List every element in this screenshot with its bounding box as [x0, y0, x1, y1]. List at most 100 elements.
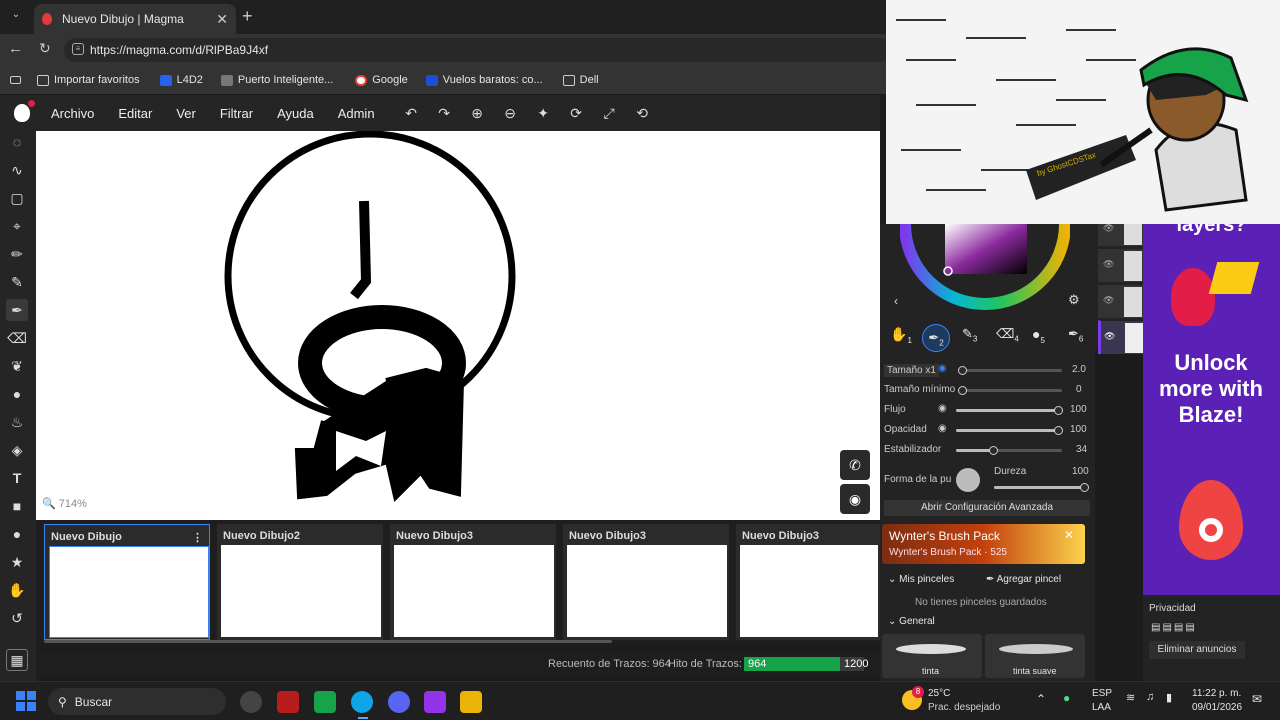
- close-banner-icon[interactable]: ✕: [1064, 528, 1074, 542]
- menu-archivo[interactable]: Archivo: [51, 106, 94, 121]
- bookmark-importar-favoritos[interactable]: Importar favoritos: [37, 70, 140, 90]
- brush-preset-tinta-suave[interactable]: tinta suave: [985, 634, 1085, 678]
- menu-ayuda[interactable]: Ayuda: [277, 106, 314, 121]
- brush-icon[interactable]: ✒: [6, 299, 28, 321]
- ellipse-tool-icon[interactable]: ●: [6, 523, 28, 545]
- bookmark-google[interactable]: Google: [355, 70, 408, 90]
- shape-star-icon[interactable]: ★: [6, 551, 28, 573]
- chat-bubble-icon[interactable]: ◉: [840, 484, 870, 514]
- rectangle-tool-icon[interactable]: ■: [6, 495, 28, 517]
- browser-tab-active[interactable]: Nuevo Dibujo | Magma ✕: [34, 4, 236, 34]
- smudge-icon[interactable]: ❦: [6, 355, 28, 377]
- phone-call-icon[interactable]: ✆: [840, 450, 870, 480]
- bookmark-puerto-inteligente[interactable]: Puerto Inteligente...: [220, 70, 333, 90]
- windows-start-icon[interactable]: [16, 691, 36, 711]
- brush-slot-brush-icon[interactable]: ✒2: [922, 324, 950, 352]
- reading-mode-icon[interactable]: [10, 70, 21, 90]
- document-card[interactable]: Nuevo Dibujo2: [217, 524, 383, 640]
- zoom-out-icon[interactable]: ⊖: [494, 105, 527, 122]
- document-list-icon[interactable]: ▦: [6, 649, 28, 671]
- microphone-icon[interactable]: ●: [1063, 691, 1070, 705]
- document-card[interactable]: Nuevo Dibujo3: [736, 524, 880, 640]
- bookmark-vuelos-baratos[interactable]: Vuelos baratos: co...: [425, 70, 543, 90]
- undo-icon[interactable]: ↶: [395, 105, 428, 122]
- document-card-active[interactable]: Nuevo Dibujo ⋮: [44, 524, 210, 640]
- transform-icon[interactable]: ▢: [6, 187, 28, 209]
- eraser-icon[interactable]: ⌫: [6, 327, 28, 349]
- hand-tool-icon[interactable]: ✋: [6, 579, 28, 601]
- document-card[interactable]: Nuevo Dibujo3: [390, 524, 556, 640]
- store-icon[interactable]: [424, 691, 446, 713]
- site-info-icon[interactable]: ≡: [72, 43, 84, 55]
- address-bar[interactable]: ≡ https://magma.com/d/RlPBa9J4xf: [64, 38, 894, 62]
- discord-icon[interactable]: [388, 691, 410, 713]
- layer-row[interactable]: 👁: [1098, 248, 1143, 282]
- new-tab-plus-icon[interactable]: +: [242, 6, 253, 27]
- privacy-link[interactable]: Privacidad: [1149, 603, 1196, 614]
- taskbar-app-icon[interactable]: [240, 691, 262, 713]
- document-strip-scrollbar[interactable]: [44, 640, 612, 643]
- clock-time[interactable]: 11:22 p. m.: [1192, 688, 1241, 699]
- saturation-square[interactable]: [945, 224, 1027, 274]
- ad-layout-icons[interactable]: ▤▤▤▤: [1151, 622, 1197, 633]
- fill-bucket-icon[interactable]: ♨: [6, 411, 28, 433]
- close-tab-icon[interactable]: ✕: [216, 11, 228, 28]
- add-brush-button[interactable]: ✒ Agregar pincel: [986, 574, 1061, 585]
- menu-ver[interactable]: Ver: [176, 106, 196, 121]
- notification-bell-icon[interactable]: ✉: [1252, 692, 1262, 706]
- back-arrow-icon[interactable]: ←: [8, 40, 23, 57]
- blur-icon[interactable]: ●: [6, 383, 28, 405]
- battery-icon[interactable]: ▮: [1166, 691, 1172, 704]
- brush-tip-preview[interactable]: [956, 468, 980, 492]
- brush-slot-eraser-icon[interactable]: ⌫4: [996, 326, 1019, 344]
- zoom-indicator[interactable]: 🔍 714%: [42, 497, 87, 510]
- chevron-left-icon[interactable]: ‹: [894, 294, 898, 308]
- brush-slot-pen-icon[interactable]: ✎3: [962, 326, 977, 344]
- fullscreen-icon[interactable]: ⤢: [593, 105, 626, 122]
- pressure-icon[interactable]: ◉: [938, 403, 947, 414]
- color-wheel[interactable]: [900, 224, 1070, 316]
- min-size-slider[interactable]: [958, 386, 1062, 395]
- brush-slot-round-icon[interactable]: ●5: [1032, 326, 1045, 345]
- zoom-in-icon[interactable]: ⊕: [461, 105, 494, 122]
- eye-icon[interactable]: 👁: [1103, 259, 1114, 270]
- language-indicator[interactable]: ESP: [1092, 688, 1112, 699]
- bookmark-folder-dell[interactable]: Dell: [562, 70, 599, 90]
- opacity-slider[interactable]: [956, 426, 1063, 435]
- eye-icon[interactable]: 👁: [1103, 295, 1114, 306]
- document-card[interactable]: Nuevo Dibujo3: [563, 524, 729, 640]
- kebab-menu-icon[interactable]: ⋮: [192, 531, 203, 544]
- menu-filtrar[interactable]: Filtrar: [220, 106, 253, 121]
- drawing-canvas[interactable]: [36, 131, 880, 520]
- chevron-up-icon[interactable]: ⌃: [1036, 692, 1046, 706]
- brush-slot-marker-icon[interactable]: ✒6: [1068, 326, 1083, 344]
- reset-view-icon[interactable]: ⟲: [626, 105, 659, 122]
- my-brushes-header[interactable]: ⌄ Mis pinceles: [888, 574, 954, 585]
- file-explorer-icon[interactable]: [460, 691, 482, 713]
- gradient-icon[interactable]: ◈: [6, 439, 28, 461]
- menu-editar[interactable]: Editar: [118, 106, 152, 121]
- eyedropper-icon[interactable]: ✏: [6, 243, 28, 265]
- reload-icon[interactable]: ↻: [39, 40, 51, 57]
- general-header[interactable]: ⌄ General: [888, 616, 935, 627]
- pressure-icon[interactable]: ◉: [938, 363, 947, 374]
- brush-pack-banner[interactable]: Wynter's Brush Pack Wynter's Brush Pack …: [882, 524, 1085, 564]
- tab-list-chevron-icon[interactable]: ⌄: [8, 9, 24, 25]
- layer-row[interactable]: 👁: [1098, 284, 1143, 318]
- stabilizer-slider[interactable]: [956, 446, 1062, 455]
- brush-preset-tinta[interactable]: tinta: [882, 634, 982, 678]
- flow-slider[interactable]: [956, 406, 1063, 415]
- wifi-icon[interactable]: ≋: [1126, 691, 1135, 704]
- remove-ads-button[interactable]: Eliminar anuncios: [1149, 641, 1245, 659]
- rotate-tool-icon[interactable]: ↺: [6, 607, 28, 629]
- magma-logo-icon[interactable]: [14, 100, 35, 122]
- rotate-view-icon[interactable]: ⟳: [560, 105, 593, 122]
- eye-icon[interactable]: 👁: [1104, 331, 1115, 342]
- gear-icon[interactable]: ⚙: [1068, 292, 1080, 308]
- bookmark-l4d2[interactable]: L4D2: [159, 70, 203, 90]
- text-tool-icon[interactable]: T: [6, 467, 28, 489]
- ad-banner[interactable]: layers? Unlock more with Blaze!: [1143, 210, 1280, 595]
- edge-browser-icon[interactable]: [351, 691, 373, 713]
- volume-icon[interactable]: ♫: [1146, 691, 1154, 703]
- pressure-icon[interactable]: ◉: [938, 423, 947, 434]
